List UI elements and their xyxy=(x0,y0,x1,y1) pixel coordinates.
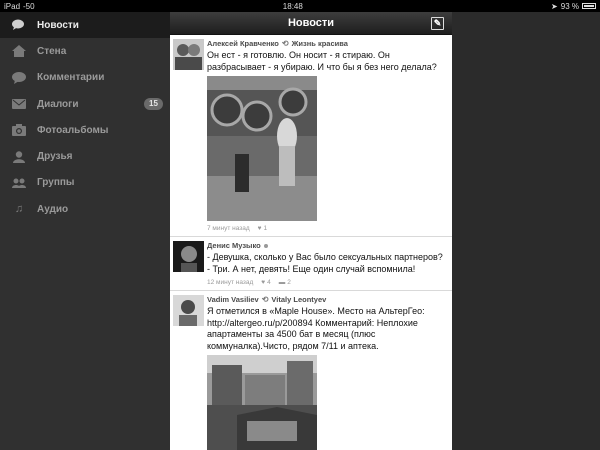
page-title: Новости xyxy=(287,17,335,29)
repost-source[interactable]: Жизнь красива xyxy=(292,39,348,48)
sidebar-item-friends[interactable]: Друзья xyxy=(0,143,170,169)
author-name[interactable]: Vadim Vasiliev xyxy=(207,295,259,304)
like-count: 4 xyxy=(267,279,271,286)
post-text: - Девушка, сколько у Вас было сексуальны… xyxy=(207,252,443,274)
compose-icon: ✎ xyxy=(433,18,442,28)
sidebar-item-label: Фотоальбомы xyxy=(37,124,109,136)
post-text: Он ест - я готовлю. Он носит - я стираю.… xyxy=(207,50,437,72)
sidebar-item-news[interactable]: Новости xyxy=(0,12,170,39)
person-icon xyxy=(11,150,27,164)
post-timestamp: 7 минут назад xyxy=(207,225,250,232)
post-header: Vadim Vasiliev ⟲ Vitaly Leontyev xyxy=(207,295,446,304)
avatar[interactable] xyxy=(173,295,204,326)
post-meta: 12 минут назад ♥ 4 ▬ 2 xyxy=(207,279,446,286)
post-text: Я отметился в «Maple House». Место на Ал… xyxy=(207,306,425,351)
message-icon xyxy=(11,97,27,111)
comment-count: 2 xyxy=(287,279,291,286)
sidebar-item-label: Аудио xyxy=(37,203,69,215)
compose-button[interactable]: ✎ xyxy=(431,17,444,30)
avatar[interactable] xyxy=(173,241,204,272)
post-header: Денис Музыко xyxy=(207,241,446,250)
news-panel: Новости ✎ Алексей Кравченко ⟲ Жизнь крас… xyxy=(170,12,452,450)
sidebar-item-groups[interactable]: Группы xyxy=(0,170,170,196)
sidebar-item-wall[interactable]: Стена xyxy=(0,38,170,64)
group-icon xyxy=(11,176,27,190)
sidebar: Новости Стена Комментарии Диалоги 15 Фот… xyxy=(0,12,170,450)
music-note-icon: ♫ xyxy=(14,203,24,216)
news-feed[interactable]: Алексей Кравченко ⟲ Жизнь красива Он ест… xyxy=(170,35,452,450)
location-arrow-icon: ➤ xyxy=(551,1,558,11)
camera-icon xyxy=(11,123,27,137)
post-photo[interactable] xyxy=(207,76,317,221)
comments-button[interactable]: ▬ 2 xyxy=(279,279,291,286)
like-count: 1 xyxy=(263,225,268,232)
author-name[interactable]: Алексей Кравченко xyxy=(207,39,279,48)
repost-icon: ⟲ xyxy=(261,295,269,304)
like-button[interactable]: ♥ 1 xyxy=(258,225,267,232)
sidebar-item-label: Новости xyxy=(37,19,79,31)
heart-icon: ♥ xyxy=(257,225,262,232)
sidebar-item-label: Комментарии xyxy=(37,72,105,84)
feed-post[interactable]: Денис Музыко - Девушка, сколько у Вас бы… xyxy=(170,237,452,291)
sidebar-item-audio[interactable]: ♫ Аудио xyxy=(0,196,170,222)
status-bar: iPad -50 18:48 ➤ 93 % xyxy=(0,0,600,12)
sidebar-item-comments[interactable]: Комментарии xyxy=(0,65,170,91)
comment-icon xyxy=(11,71,27,85)
feed-post[interactable]: Vadim Vasiliev ⟲ Vitaly Leontyev Я отмет… xyxy=(170,291,452,450)
sidebar-item-photoalbums[interactable]: Фотоальбомы xyxy=(0,117,170,143)
online-status-icon xyxy=(263,243,268,248)
repost-source[interactable]: Vitaly Leontyev xyxy=(271,295,326,304)
post-header: Алексей Кравченко ⟲ Жизнь красива xyxy=(207,39,446,48)
avatar[interactable] xyxy=(173,39,204,70)
panel-header: Новости ✎ xyxy=(170,12,452,35)
sidebar-item-label: Группы xyxy=(37,177,75,189)
empty-area xyxy=(452,12,600,450)
sidebar-item-dialogs[interactable]: Диалоги 15 xyxy=(0,91,170,117)
sidebar-item-label: Друзья xyxy=(37,151,73,163)
unread-count-badge: 15 xyxy=(144,97,163,110)
comment-icon: ▬ xyxy=(278,279,286,286)
chat-bubbles-icon xyxy=(11,18,27,32)
carrier-label: iPad xyxy=(4,1,21,11)
post-photo[interactable] xyxy=(207,355,317,450)
heart-icon: ♥ xyxy=(261,279,266,286)
battery-percent: 93 % xyxy=(560,1,579,11)
status-left: iPad -50 xyxy=(4,2,35,11)
sidebar-item-label: Диалоги xyxy=(37,98,79,110)
repost-icon: ⟲ xyxy=(281,39,289,48)
battery-icon xyxy=(581,3,596,9)
post-meta: 7 минут назад ♥ 1 xyxy=(207,225,446,232)
sidebar-item-label: Стена xyxy=(37,45,67,57)
feed-post[interactable]: Алексей Кравченко ⟲ Жизнь красива Он ест… xyxy=(170,35,452,237)
clock: 18:48 xyxy=(282,1,303,11)
home-icon xyxy=(11,44,27,58)
post-timestamp: 12 минут назад xyxy=(207,279,254,286)
author-name[interactable]: Денис Музыко xyxy=(207,241,261,250)
status-right: ➤ 93 % xyxy=(551,2,596,11)
like-button[interactable]: ♥ 4 xyxy=(261,279,270,286)
signal-strength: -50 xyxy=(23,1,35,11)
